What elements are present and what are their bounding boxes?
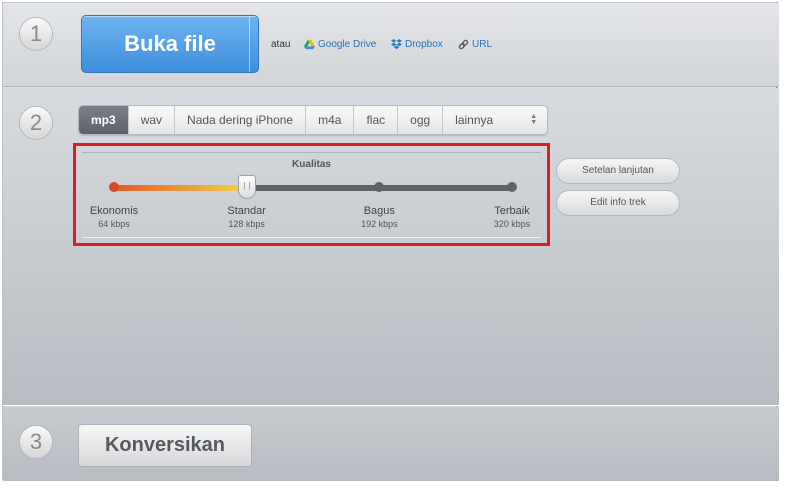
more-formats-label: lainnya	[455, 113, 494, 127]
step-number-2: 2	[19, 106, 53, 140]
slider-stop-ekonomis[interactable]	[109, 182, 119, 192]
level-name: Standar	[227, 205, 266, 217]
tab-ogg[interactable]: ogg	[398, 106, 444, 134]
level-name: Terbaik	[494, 205, 530, 217]
handle-grip	[243, 182, 250, 190]
tab-m4a[interactable]: m4a	[306, 106, 355, 134]
level-bitrate: 64 kbps	[98, 219, 130, 229]
advanced-settings-button[interactable]: Setelan lanjutan	[556, 158, 680, 184]
converter-app: 1 Buka file atau Google Drive Dropbox UR…	[2, 2, 779, 481]
step-convert: 3 Konversikan	[3, 407, 779, 481]
step-number-3: 3	[19, 425, 53, 459]
url-label: URL	[472, 39, 493, 50]
or-label: atau	[271, 39, 291, 50]
step-number-1: 1	[19, 17, 53, 51]
tab-more-formats[interactable]: lainnya ▲ ▼	[443, 106, 547, 134]
slider-stop-terbaik[interactable]	[507, 182, 517, 192]
edit-track-info-button[interactable]: Edit info trek	[556, 190, 680, 216]
quality-slider-handle[interactable]	[237, 175, 256, 199]
quality-slider-track[interactable]	[114, 185, 512, 191]
step-format-settings: 2 mp3 wav Nada dering iPhone m4a flac og…	[3, 88, 779, 406]
dropbox-icon	[391, 39, 402, 50]
quality-slider-fill	[114, 185, 247, 191]
level-standar: Standar 128 kbps	[202, 205, 292, 229]
dropbox-label: Dropbox	[405, 39, 443, 50]
url-link[interactable]: URL	[458, 39, 492, 50]
up-down-arrow-icon: ▲ ▼	[530, 113, 538, 126]
link-icon	[458, 39, 469, 50]
open-file-button[interactable]: Buka file	[81, 15, 259, 73]
level-name: Bagus	[363, 205, 395, 217]
dropbox-link[interactable]: Dropbox	[391, 39, 443, 50]
quality-panel: Kualitas Ekonomis 64 kbps Standar 128 kb…	[82, 152, 541, 238]
step-open-file: 1 Buka file atau Google Drive Dropbox UR…	[3, 3, 779, 87]
google-drive-link[interactable]: Google Drive	[304, 39, 376, 50]
tab-wav[interactable]: wav	[129, 106, 176, 134]
quality-title: Kualitas	[292, 159, 331, 170]
level-bitrate: 192 kbps	[361, 219, 398, 229]
level-bagus: Bagus 192 kbps	[334, 205, 424, 229]
convert-button[interactable]: Konversikan	[78, 424, 252, 467]
level-ekonomis: Ekonomis 64 kbps	[69, 205, 159, 229]
level-terbaik: Terbaik 320 kbps	[467, 205, 557, 229]
level-name: Ekonomis	[89, 205, 139, 217]
tab-mp3[interactable]: mp3	[79, 106, 129, 134]
tab-iphone-ringtone[interactable]: Nada dering iPhone	[175, 106, 307, 134]
google-drive-icon	[304, 39, 315, 50]
google-drive-label: Google Drive	[318, 39, 377, 50]
format-tabs: mp3 wav Nada dering iPhone m4a flac ogg …	[78, 105, 549, 135]
quality-highlight-box: Kualitas Ekonomis 64 kbps Standar 128 kb…	[73, 143, 550, 246]
tab-flac[interactable]: flac	[354, 106, 399, 134]
button-divider	[249, 16, 250, 72]
level-bitrate: 320 kbps	[493, 219, 531, 229]
open-file-label: Buka file	[124, 31, 216, 56]
level-bitrate: 128 kbps	[228, 219, 265, 229]
